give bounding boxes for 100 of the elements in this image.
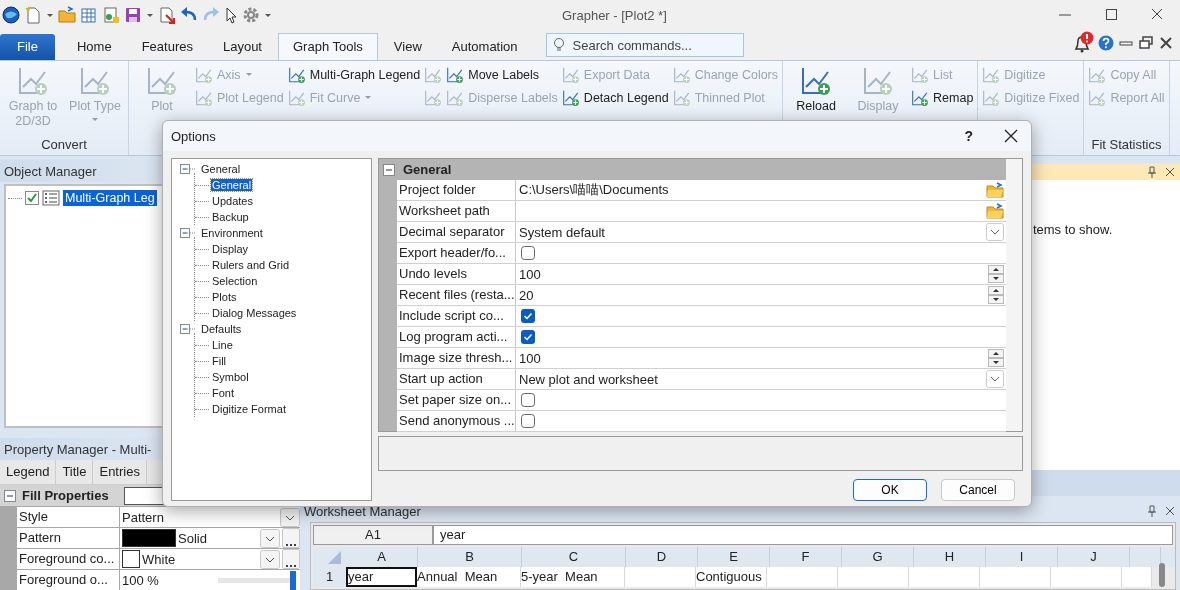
collapse-icon[interactable] (4, 489, 16, 502)
table-cell[interactable]: 5-year Mean (521, 567, 625, 587)
pin-icon[interactable] (1146, 166, 1158, 178)
close-icon[interactable] (1164, 166, 1176, 178)
spinner-buttons[interactable] (988, 286, 1004, 304)
tree-item[interactable]: Display (211, 243, 250, 255)
table-cell[interactable] (1051, 567, 1122, 587)
dropdown-button[interactable] (986, 223, 1004, 241)
table-cell[interactable] (625, 567, 696, 587)
ribbon-tab[interactable]: Graph Tools (278, 33, 378, 60)
dialog-button[interactable]: OK (853, 479, 927, 501)
notification-bell-icon[interactable] (1072, 31, 1094, 55)
tree-item[interactable]: Line (211, 339, 234, 351)
tree-item[interactable]: Environment (200, 227, 264, 239)
caret-icon (364, 94, 373, 102)
table-cell[interactable]: year (346, 567, 417, 587)
tree-item[interactable]: Fill (211, 355, 228, 367)
dropdown-button[interactable] (986, 370, 1004, 388)
panel-tab[interactable]: Title (56, 460, 94, 484)
scrollbar[interactable] (1159, 563, 1165, 587)
dialog-button[interactable]: Cancel (941, 479, 1015, 501)
slider-thumb[interactable] (290, 570, 296, 590)
property-value: 100 % (122, 572, 160, 588)
chart-icon (911, 89, 930, 107)
chart-icon (862, 65, 895, 97)
tree-item[interactable]: Plots (211, 291, 238, 303)
table-cell[interactable] (1122, 567, 1152, 587)
spinner-buttons[interactable] (988, 349, 1004, 367)
tree-item[interactable]: Rulers and Grid (211, 259, 291, 271)
export-icon[interactable] (158, 6, 176, 24)
close-icon[interactable] (1164, 505, 1176, 517)
checkbox[interactable] (521, 330, 535, 344)
chart-icon (17, 65, 49, 97)
pin-icon[interactable] (1146, 505, 1158, 517)
formula-field[interactable]: year (433, 525, 1173, 545)
more-button[interactable] (282, 549, 300, 569)
worksheet-icon[interactable] (80, 6, 98, 24)
ribbon-button[interactable]: Remap (911, 88, 974, 108)
more-button[interactable] (282, 528, 300, 548)
property-value: C:\Users\喵喵\Documents (519, 181, 669, 199)
table-cell[interactable] (980, 567, 1051, 587)
property-value: System default (519, 224, 605, 240)
panel-tab[interactable]: Legend (0, 460, 57, 484)
pointer-icon[interactable] (224, 6, 238, 24)
tree-item[interactable]: General (200, 163, 242, 175)
tree-item[interactable]: General (211, 179, 253, 191)
checkbox[interactable] (521, 393, 535, 407)
save-icon[interactable] (124, 6, 142, 24)
table-cell[interactable] (909, 567, 980, 587)
tree-item[interactable]: Digitize Format (211, 403, 287, 415)
ribbon-button[interactable]: Multi-Graph Legend (287, 65, 421, 85)
tree-item[interactable]: Defaults (200, 323, 243, 335)
tree-item[interactable]: Dialog Messages (211, 307, 298, 319)
row-header[interactable]: 1 (313, 567, 346, 587)
ribbon-tab[interactable]: Features (127, 34, 207, 60)
import-icon[interactable] (102, 6, 120, 24)
scrollbar[interactable] (1006, 159, 1022, 431)
folder-icon[interactable] (986, 182, 1004, 198)
help-button[interactable]: ? (964, 128, 973, 144)
group-label: Fit Statistics (1090, 136, 1163, 154)
property-label: Decimal separator (397, 222, 516, 242)
table-cell[interactable]: Contiguous (696, 567, 767, 587)
panel-tab[interactable]: Entries (93, 460, 147, 484)
checkbox[interactable] (521, 309, 535, 323)
folder-icon[interactable] (986, 203, 1004, 219)
tree-item[interactable]: Selection (211, 275, 259, 287)
spinner-buttons[interactable] (988, 265, 1004, 283)
ribbon-button[interactable]: Move Labels (446, 65, 558, 85)
tree-item[interactable]: Symbol (211, 371, 250, 383)
property-value: White (142, 551, 177, 567)
ribbon-button[interactable]: Detach Legend (561, 88, 669, 108)
collapse-icon[interactable] (383, 163, 395, 176)
ellipsis-icon (285, 562, 297, 568)
property-value: 100 (519, 350, 541, 366)
tree-item[interactable]: Updates (211, 195, 254, 207)
ribbon-button[interactable]: Reload (787, 65, 846, 114)
table-cell[interactable] (767, 567, 838, 587)
ribbon-tab[interactable]: Automation (437, 34, 532, 60)
ribbon-tab[interactable]: File (0, 34, 55, 60)
checkbox[interactable] (25, 191, 39, 205)
search-field[interactable]: Search commands... (545, 33, 744, 57)
tree-item[interactable]: Font (211, 387, 235, 399)
folder-icon[interactable] (58, 6, 76, 24)
checkbox[interactable] (521, 246, 535, 260)
property-value: New plot and worksheet (519, 371, 658, 387)
legend-icon (42, 190, 60, 206)
chart-icon (982, 89, 1001, 107)
help-icon[interactable] (1098, 35, 1114, 51)
restore-icon[interactable] (1138, 35, 1154, 51)
table-cell[interactable]: Annual Mean (417, 567, 521, 587)
close-icon[interactable] (1158, 35, 1174, 51)
panel-title: Object Manager (4, 163, 97, 179)
app-icon[interactable] (2, 6, 20, 24)
ribbon-tab[interactable]: View (379, 34, 436, 60)
tree-item[interactable]: Backup (211, 211, 250, 223)
ribbon-tab[interactable]: Home (62, 34, 126, 60)
tree-item[interactable]: Multi-Graph Leg (63, 190, 157, 206)
checkbox[interactable] (521, 414, 535, 428)
table-cell[interactable] (838, 567, 909, 587)
ribbon-tab[interactable]: Layout (208, 34, 276, 60)
